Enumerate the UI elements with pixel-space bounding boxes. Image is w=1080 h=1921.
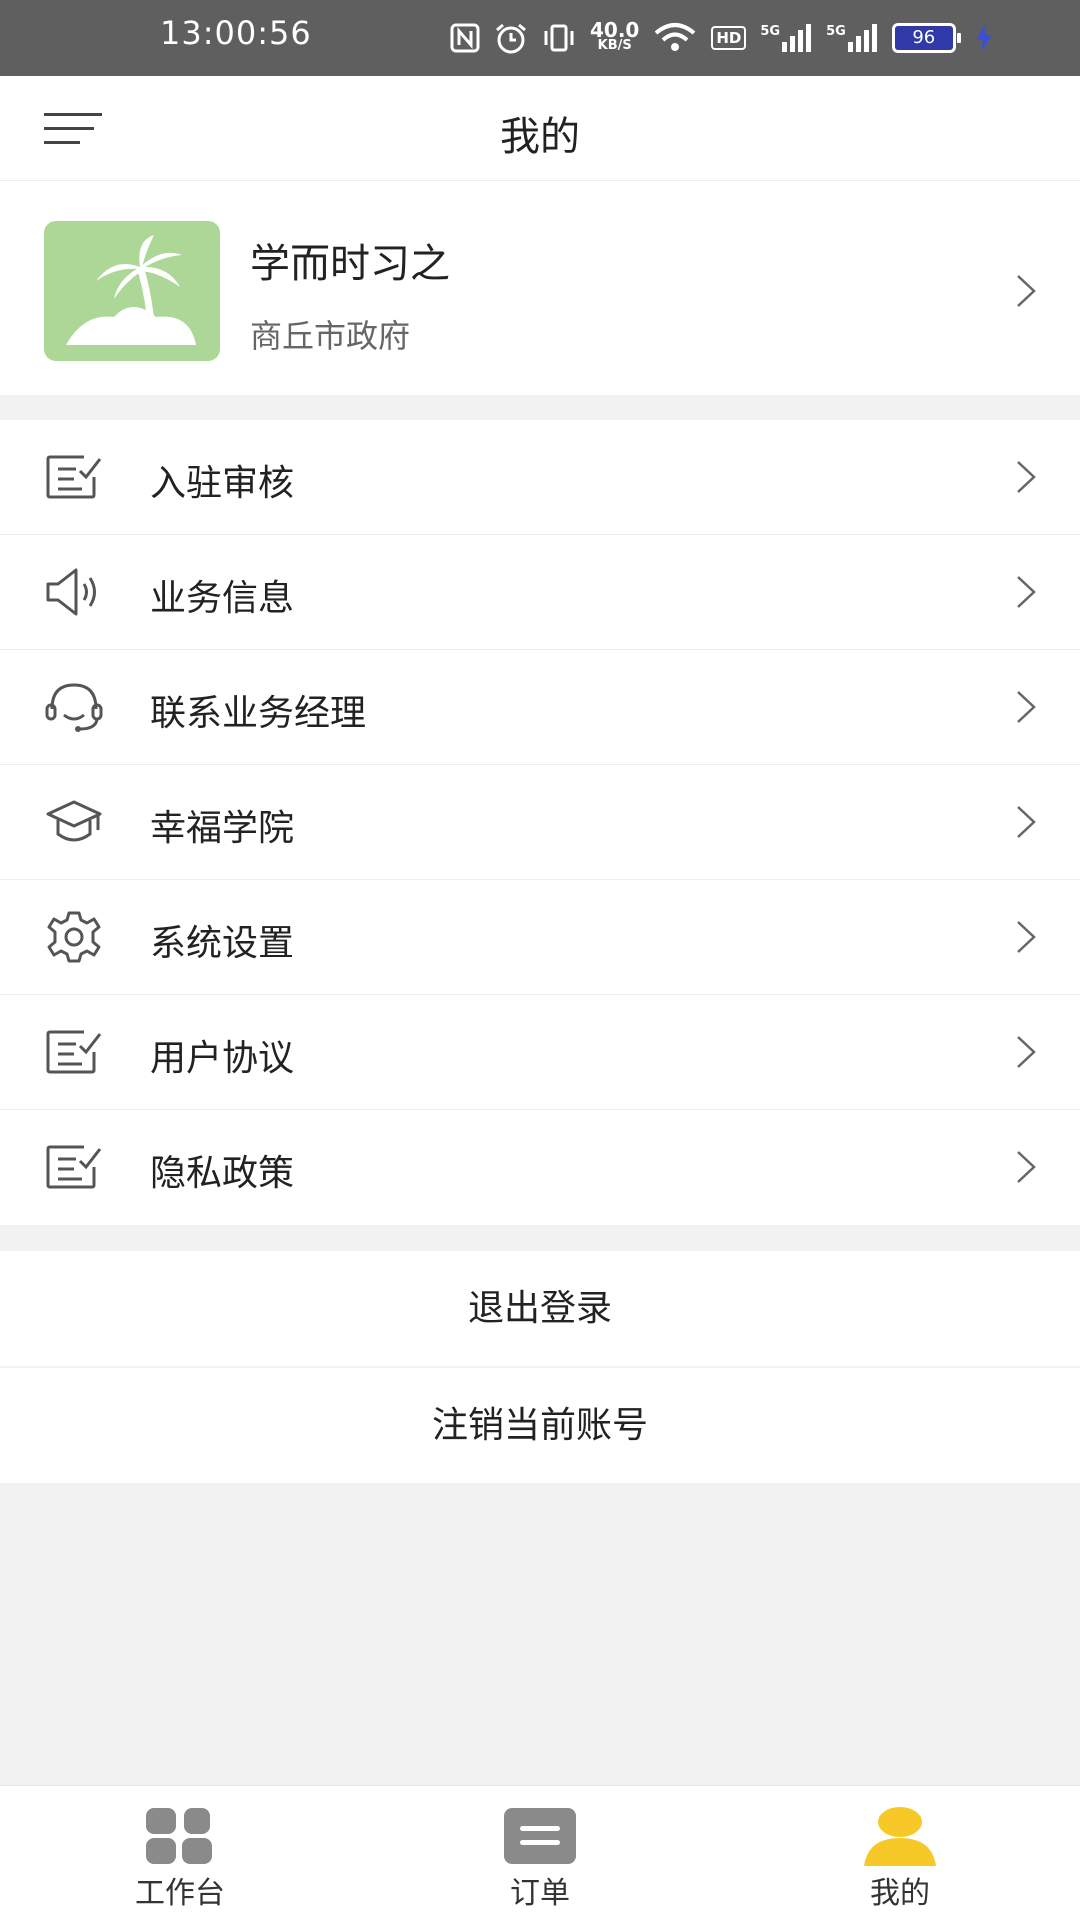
- profile-organization: 商丘市政府: [250, 317, 411, 355]
- bottom-nav: 工作台 订单 我的: [0, 1785, 1080, 1921]
- chevron-right-icon: [1017, 691, 1036, 723]
- tab-label: 我的: [870, 1876, 930, 1911]
- palm-tree-image: [66, 235, 196, 345]
- menu-item-label: 业务信息: [150, 578, 295, 619]
- deregister-account-button[interactable]: 注销当前账号: [0, 1368, 1080, 1483]
- logout-button[interactable]: 退出登录: [0, 1251, 1080, 1366]
- chevron-right-icon: [1017, 1151, 1036, 1183]
- menu-item-label: 幸福学院: [150, 808, 295, 849]
- status-icons: 40.0 KB/S HD 5G 5G 96: [450, 18, 994, 58]
- charging-icon: [975, 24, 992, 52]
- menu-item-contact-manager[interactable]: 联系业务经理: [0, 650, 1080, 765]
- hd-icon: HD: [711, 26, 747, 50]
- graduation-cap-icon: [46, 800, 102, 842]
- tab-mine[interactable]: 我的: [800, 1786, 1000, 1921]
- checklist-icon: [46, 1145, 102, 1189]
- checklist-icon: [46, 1030, 102, 1074]
- profile-name: 学而时习之: [250, 241, 450, 287]
- tab-label: 工作台: [135, 1876, 225, 1911]
- menu-item-user-agreement[interactable]: 用户协议: [0, 995, 1080, 1110]
- battery-icon: 96: [891, 23, 961, 53]
- app-header: 我的: [0, 76, 1080, 181]
- wifi-icon: [655, 23, 696, 51]
- tab-workbench[interactable]: 工作台: [80, 1786, 280, 1921]
- status-bar: 13:00:56 40.0 KB/S HD 5G 5G 96: [0, 0, 1080, 76]
- user-icon: [864, 1807, 936, 1866]
- chevron-right-icon: [1017, 806, 1036, 838]
- alarm-icon: [496, 23, 526, 54]
- tab-label: 订单: [510, 1876, 570, 1911]
- menu-item-label: 入驻审核: [150, 463, 295, 504]
- chevron-right-icon: [1017, 461, 1036, 493]
- menu-item-label: 隐私政策: [150, 1153, 295, 1194]
- chevron-right-icon: [1017, 1036, 1036, 1068]
- menu-item-label: 系统设置: [150, 923, 295, 964]
- chevron-right-icon: [1017, 576, 1036, 608]
- tab-orders[interactable]: 订单: [440, 1786, 640, 1921]
- menu-item-privacy-policy[interactable]: 隐私政策: [0, 1110, 1080, 1225]
- profile-card[interactable]: 学而时习之 商丘市政府: [0, 181, 1080, 395]
- menu-item-system-settings[interactable]: 系统设置: [0, 880, 1080, 995]
- nfc-icon: [450, 23, 480, 53]
- menu-item-business-info[interactable]: 业务信息: [0, 535, 1080, 650]
- menu-item-label: 用户协议: [150, 1038, 295, 1079]
- page-title: 我的: [500, 114, 580, 160]
- signal-icon-2: 5G: [826, 24, 878, 52]
- chevron-right-icon: [1017, 275, 1036, 307]
- net-speed: 40.0 KB/S: [590, 18, 640, 53]
- menu-list: 入驻审核 业务信息 联系业务经理 幸福学院 系统设置 用户协议 隐私政策: [0, 420, 1080, 1225]
- vibrate-icon: [544, 24, 574, 52]
- menu-item-happiness-academy[interactable]: 幸福学院: [0, 765, 1080, 880]
- avatar: [44, 221, 220, 361]
- gear-icon: [47, 911, 101, 963]
- headset-icon: [45, 683, 103, 732]
- menu-item-entry-review[interactable]: 入驻审核: [0, 420, 1080, 535]
- grid-icon: [146, 1808, 212, 1864]
- menu-item-label: 联系业务经理: [150, 693, 367, 734]
- chevron-right-icon: [1017, 921, 1036, 953]
- signal-icon: 5G: [760, 24, 812, 52]
- megaphone-icon: [46, 568, 96, 616]
- status-time: 13:00:56: [160, 14, 312, 52]
- order-icon: [504, 1808, 576, 1864]
- checklist-icon: [46, 455, 102, 499]
